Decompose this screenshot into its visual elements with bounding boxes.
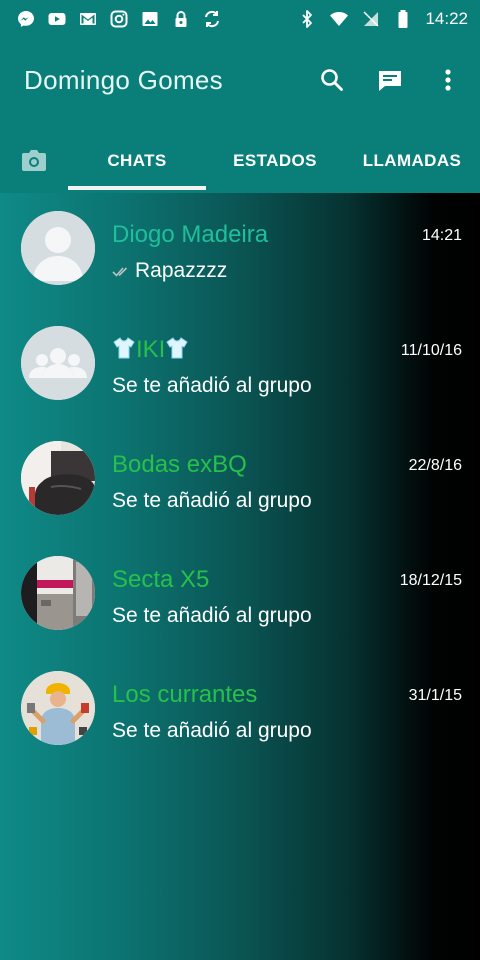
chat-date: 11/10/16 xyxy=(400,342,462,359)
chat-last-message: Se te añadió al grupo xyxy=(112,489,312,512)
sync-icon xyxy=(202,9,222,29)
selected-tab-indicator xyxy=(68,186,206,190)
shirt-icon xyxy=(166,337,189,359)
more-options-button[interactable] xyxy=(434,66,462,94)
app-title: Domingo Gomes xyxy=(24,64,223,95)
status-bar: 14:22 xyxy=(0,0,480,38)
chat-name: Los currantes xyxy=(112,681,258,708)
search-icon xyxy=(321,69,343,91)
whatsapp-screen: 14:22 Domingo Gomes CHATS ESTADOS LLAMAD… xyxy=(0,0,480,960)
tab-estados[interactable]: ESTADOS xyxy=(206,132,344,190)
group-photo xyxy=(21,441,95,515)
chat-name: Secta X5 xyxy=(112,566,210,593)
app-bar-actions xyxy=(318,66,480,94)
avatar xyxy=(21,326,95,400)
lock-icon xyxy=(171,9,191,29)
chat-last-message: Rapazzzz xyxy=(112,259,227,283)
tab-llamadas[interactable]: LLAMADAS xyxy=(344,132,480,190)
more-vert-icon xyxy=(445,69,451,91)
chat-name-text: IKI xyxy=(136,336,166,363)
chat-message-text: Rapazzzz xyxy=(135,259,228,282)
avatar xyxy=(21,441,95,515)
camera-icon xyxy=(22,150,46,171)
search-button[interactable] xyxy=(318,66,346,94)
chat-name: Bodas exBQ xyxy=(112,451,247,478)
group-photo xyxy=(21,556,95,630)
chat-date: 31/1/15 xyxy=(408,687,462,704)
default-group-icon xyxy=(21,326,95,400)
messenger-icon xyxy=(16,9,36,29)
chat-last-message: Se te añadió al grupo xyxy=(112,719,312,742)
chat-name: IKI xyxy=(112,336,189,364)
tab-bar: CHATS ESTADOS LLAMADAS xyxy=(0,132,480,190)
bluetooth-icon xyxy=(297,9,317,29)
chat-row-los-currantes[interactable]: Los currantes Se te añadió al grupo 31/1… xyxy=(0,653,480,768)
group-photo xyxy=(21,671,95,745)
chat-list: Diogo Madeira Rapazzzz 14:21 IKI Se te a… xyxy=(0,193,480,768)
chat-date: 22/8/16 xyxy=(408,457,462,474)
chat-row-iki[interactable]: IKI Se te añadió al grupo 11/10/16 xyxy=(0,308,480,423)
gmail-icon xyxy=(78,9,98,29)
battery-icon xyxy=(393,9,413,29)
gallery-icon xyxy=(140,9,160,29)
chat-date: 14:21 xyxy=(421,227,462,244)
new-chat-icon xyxy=(379,71,401,91)
notification-icons xyxy=(0,9,222,29)
chat-row-diogo-madeira[interactable]: Diogo Madeira Rapazzzz 14:21 xyxy=(0,193,480,308)
instagram-icon xyxy=(109,9,129,29)
app-bar: Domingo Gomes xyxy=(0,52,480,108)
chat-name: Diogo Madeira xyxy=(112,221,269,248)
new-chat-button[interactable] xyxy=(376,66,404,94)
avatar xyxy=(21,211,95,285)
shirt-icon xyxy=(113,337,135,359)
chat-row-bodas-exbq[interactable]: Bodas exBQ Se te añadió al grupo 22/8/16 xyxy=(0,423,480,538)
chat-last-message: Se te añadió al grupo xyxy=(112,374,312,397)
tab-chats[interactable]: CHATS xyxy=(68,132,206,190)
chat-row-secta-x5[interactable]: Secta X5 Se te añadió al grupo 18/12/15 xyxy=(0,538,480,653)
clock: 14:22 xyxy=(425,9,468,28)
tab-camera[interactable] xyxy=(0,132,68,190)
double-check-icon xyxy=(112,267,128,278)
chat-date: 18/12/15 xyxy=(399,572,462,589)
system-status: 14:22 xyxy=(297,9,480,29)
chat-last-message: Se te añadió al grupo xyxy=(112,604,312,627)
no-sim-icon xyxy=(361,9,381,29)
avatar xyxy=(21,556,95,630)
wifi-icon xyxy=(329,9,349,29)
youtube-icon xyxy=(47,9,67,29)
avatar xyxy=(21,671,95,745)
default-person-icon xyxy=(21,211,95,285)
